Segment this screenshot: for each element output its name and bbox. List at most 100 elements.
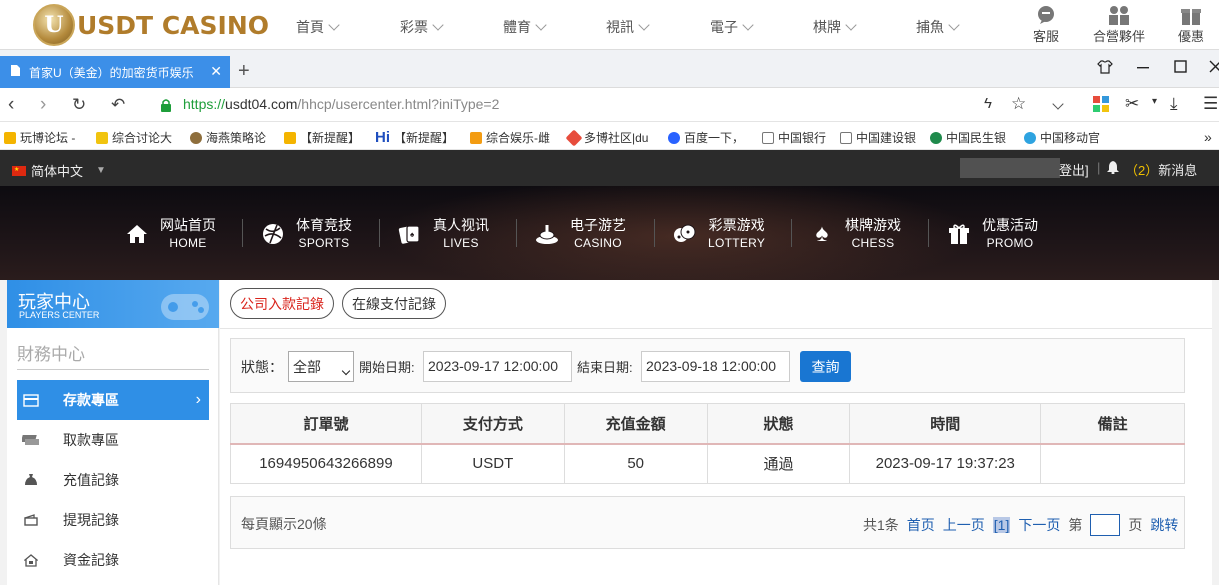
bookmark[interactable]: 玩博论坛 -	[4, 129, 75, 146]
nav-chess[interactable]: 棋牌	[813, 17, 857, 37]
scissors-icon[interactable]: ✂	[1125, 94, 1139, 114]
cash-icon	[17, 434, 45, 446]
menu-home[interactable]: 网站首页 HOME	[124, 214, 216, 254]
nav-slots[interactable]: 電子	[710, 17, 754, 37]
menu-icon[interactable]: ☰	[1203, 94, 1218, 114]
back-button[interactable]: ‹	[8, 94, 14, 116]
dropdown-icon[interactable]: ▾	[1152, 96, 1157, 107]
jump-link[interactable]: 跳转	[1150, 515, 1178, 535]
new-tab-button[interactable]: +	[238, 60, 250, 83]
table-row: 1694950643266899 USDT 50 通過 2023-09-17 1…	[230, 443, 1185, 484]
maximize-button[interactable]	[1174, 60, 1187, 77]
chevron-down-icon	[638, 19, 650, 31]
next-page-link[interactable]: 下一页	[1018, 515, 1060, 535]
url-field[interactable]: https://usdt04.com/hhcp/usercenter.html?…	[183, 96, 499, 112]
casino-top-nav: U USDT CASINO 首頁 彩票 體育 視訊 電子 棋牌 捕魚 客服 合營…	[0, 0, 1219, 50]
bookmark[interactable]: 中国银行	[762, 129, 826, 146]
partner-button[interactable]: 合營夥伴	[1089, 4, 1149, 45]
logo-text: USDT CASINO	[77, 10, 269, 40]
casino-logo[interactable]: U USDT CASINO	[33, 4, 269, 46]
divider	[220, 328, 1212, 329]
menu-label-zh: 优惠活动	[982, 217, 1038, 233]
menu-label-en: SPORTS	[298, 236, 350, 250]
download-icon[interactable]: ⤓	[1170, 94, 1178, 114]
nav-lottery[interactable]: 彩票	[400, 17, 444, 37]
menu-label-zh: 电子游艺	[570, 217, 626, 233]
table-header-row: 訂單號 支付方式 充值金額 狀態 時間 備註	[230, 403, 1185, 444]
status-select[interactable]: 全部	[288, 351, 354, 382]
home-icon	[124, 221, 150, 247]
sidebar-item-withdraw[interactable]: 取款專區	[17, 420, 209, 460]
end-date-input[interactable]: 2023-09-18 12:00:00	[641, 351, 790, 382]
menu-label-en: LOTTERY	[708, 236, 766, 250]
page-suffix: 页	[1128, 517, 1143, 533]
forward-button[interactable]: ›	[40, 94, 46, 116]
menu-lottery[interactable]: 彩票游戏 LOTTERY	[672, 214, 765, 254]
bookmark[interactable]: 综合讨论大	[96, 129, 172, 146]
sidebar-item-label: 資金記錄	[63, 552, 119, 568]
url-scheme: https://	[183, 96, 226, 112]
chevron-down-icon[interactable]	[1052, 96, 1064, 111]
tab-online-payment[interactable]: 在線支付記錄	[342, 288, 446, 319]
star-icon[interactable]: ☆	[1011, 94, 1026, 114]
dice-icon	[672, 221, 698, 247]
menu-promo[interactable]: 优惠活动 PROMO	[946, 214, 1038, 254]
bookmarks-bar: 玩博论坛 - 综合讨论大 海燕策略论 【新提醒】 Hi 【新提醒】 综合娱乐-雌 …	[0, 122, 1219, 150]
more-bookmarks-icon[interactable]: »	[1204, 129, 1212, 145]
first-page-link[interactable]: 首页	[907, 515, 935, 535]
shirt-icon[interactable]	[1097, 60, 1113, 77]
minimize-button[interactable]	[1137, 60, 1149, 77]
url-path: /hhcp/usercenter.html?iniType=2	[297, 96, 500, 112]
menu-chess[interactable]: ♠ 棋牌游戏 CHESS	[809, 214, 901, 254]
spade-icon: ♠	[815, 220, 829, 247]
nav-sports[interactable]: 體育	[503, 17, 547, 37]
sidebar-item-withdraw-record[interactable]: 提現記錄	[17, 500, 209, 540]
bookmark[interactable]: 中国建设银	[840, 129, 916, 146]
tab-company-deposit[interactable]: 公司入款記錄	[230, 288, 334, 319]
bookmark[interactable]: Hi 【新提醒】	[375, 129, 454, 146]
address-bar: ‹ › ↻ ↶ https://usdt04.com/hhcp/usercent…	[0, 88, 1219, 122]
nav-label: 視訊	[606, 19, 634, 35]
promo-button[interactable]: 優惠	[1161, 4, 1219, 45]
sidebar-item-recharge-record[interactable]: 充值記錄	[17, 460, 209, 500]
nav-label: 首頁	[296, 19, 324, 35]
chevron-down-icon	[341, 361, 351, 377]
close-tab-icon[interactable]: ✕	[210, 63, 222, 80]
menu-casino[interactable]: 电子游艺 CASINO	[534, 214, 626, 254]
bell-icon[interactable]	[1107, 160, 1119, 177]
query-button[interactable]: 查詢	[800, 351, 851, 382]
nav-home[interactable]: 首頁	[296, 17, 340, 37]
prev-page-link[interactable]: 上一页	[943, 515, 985, 535]
support-button[interactable]: 客服	[1016, 4, 1076, 45]
divider	[17, 369, 209, 370]
sidebar-item-label: 提現記錄	[63, 512, 119, 528]
close-window-button[interactable]	[1209, 60, 1219, 77]
start-date-input[interactable]: 2023-09-17 12:00:00	[423, 351, 572, 382]
menu-sports[interactable]: 体育竞技 SPORTS	[260, 214, 352, 254]
menu-live[interactable]: ♠ 真人视讯 LIVES	[397, 214, 489, 254]
sidebar-item-deposit[interactable]: 存款專區 ›	[17, 380, 209, 420]
bookmark[interactable]: 【新提醒】	[284, 129, 360, 146]
sidebar-header: 玩家中心 PLAYERS CENTER	[7, 280, 219, 328]
bookmark[interactable]: 百度一下，	[668, 129, 744, 146]
refresh-button[interactable]: ↻	[72, 95, 86, 115]
sidebar-item-fund-record[interactable]: 資金記錄	[17, 540, 209, 580]
bookmark[interactable]: 海燕策略论	[190, 129, 266, 146]
lightning-icon[interactable]: ϟ	[984, 95, 992, 112]
browser-tab[interactable]: 首家U（美金）的加密货币娱乐 ✕	[0, 56, 230, 88]
apps-icon[interactable]	[1093, 96, 1109, 115]
undo-button[interactable]: ↶	[111, 95, 125, 115]
nav-fishing[interactable]: 捕魚	[916, 17, 960, 37]
site-top-bar: ★ 简体中文 ▼ 登出] | （2）新消息	[0, 150, 1219, 186]
messages-link[interactable]: （2）新消息	[1125, 160, 1197, 179]
logout-link[interactable]: 登出]	[1059, 160, 1089, 179]
bookmark[interactable]: 综合娱乐-雌	[470, 129, 550, 146]
per-page-label: 每頁顯示20條	[241, 516, 327, 532]
language-selector[interactable]: ★ 简体中文 ▼	[12, 161, 106, 180]
bookmark[interactable]: 中国移动官	[1024, 129, 1100, 146]
bookmark[interactable]: 中国民生银	[930, 129, 1006, 146]
bookmark[interactable]: 多博社区|du	[565, 129, 648, 146]
nav-live[interactable]: 視訊	[606, 17, 650, 37]
house-money-icon	[17, 553, 45, 567]
page-number-input[interactable]	[1090, 514, 1121, 536]
